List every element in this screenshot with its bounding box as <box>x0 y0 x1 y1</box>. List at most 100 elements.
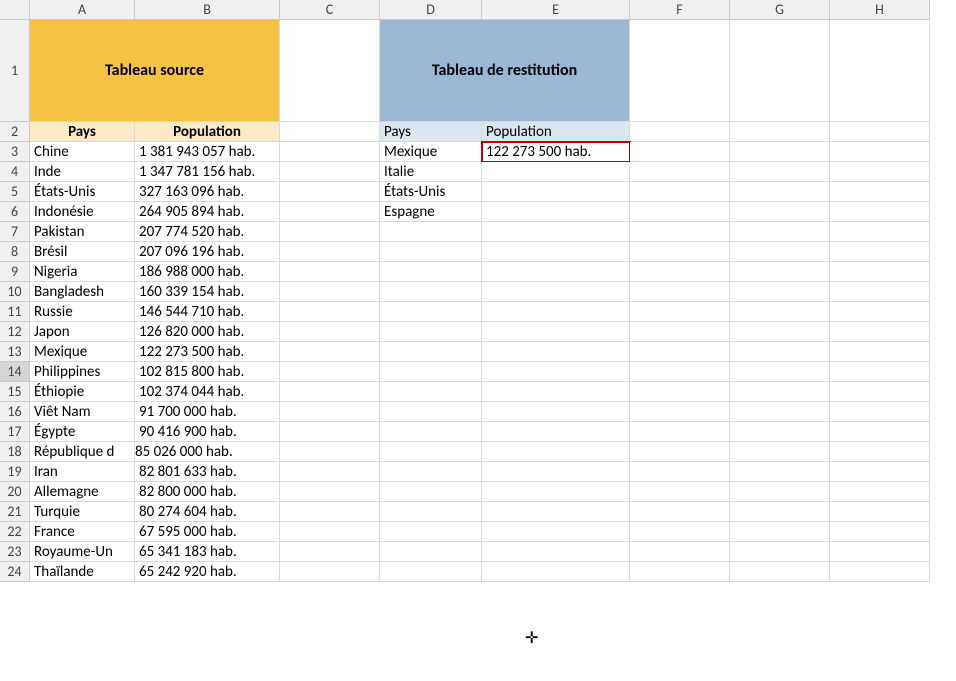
row-header-24[interactable]: 24 <box>0 562 30 582</box>
cell-D6[interactable]: Espagne <box>380 202 482 222</box>
cell-G3[interactable] <box>730 142 830 162</box>
cell-A10[interactable]: Bangladesh <box>30 282 135 302</box>
cell-A13[interactable]: Mexique <box>30 342 135 362</box>
cell-E13[interactable] <box>482 342 630 362</box>
cell-C7[interactable] <box>280 222 380 242</box>
cell-A8[interactable]: Brésil <box>30 242 135 262</box>
cell-E4[interactable] <box>482 162 630 182</box>
cell-B9[interactable]: 186 988 000 hab. <box>135 262 280 282</box>
cell-A19[interactable]: Iran <box>30 462 135 482</box>
cell-F5[interactable] <box>630 182 730 202</box>
cell-B10[interactable]: 160 339 154 hab. <box>135 282 280 302</box>
row-header-19[interactable]: 19 <box>0 462 30 482</box>
cell-B21[interactable]: 80 274 604 hab. <box>135 502 280 522</box>
cell-E20[interactable] <box>482 482 630 502</box>
row-header-3[interactable]: 3 <box>0 142 30 162</box>
cell-G10[interactable] <box>730 282 830 302</box>
cell-C1[interactable] <box>280 20 380 122</box>
cell-E12[interactable] <box>482 322 630 342</box>
cell-H11[interactable] <box>830 302 930 322</box>
cell-B23[interactable]: 65 341 183 hab. <box>135 542 280 562</box>
cell-H13[interactable] <box>830 342 930 362</box>
cell-C2[interactable] <box>280 122 380 142</box>
cell-B11[interactable]: 146 544 710 hab. <box>135 302 280 322</box>
cell-F12[interactable] <box>630 322 730 342</box>
row-header-21[interactable]: 21 <box>0 502 30 522</box>
cell-A17[interactable]: Égypte <box>30 422 135 442</box>
cell-E17[interactable] <box>482 422 630 442</box>
cell-E21[interactable] <box>482 502 630 522</box>
cell-A24[interactable]: Thaïlande <box>30 562 135 582</box>
cell-B20[interactable]: 82 800 000 hab. <box>135 482 280 502</box>
cell-A23[interactable]: Royaume-Un <box>30 542 135 562</box>
row-header-22[interactable]: 22 <box>0 522 30 542</box>
cell-H12[interactable] <box>830 322 930 342</box>
cell-G7[interactable] <box>730 222 830 242</box>
cell-H18[interactable] <box>830 442 930 462</box>
cell-A16[interactable]: Viêt Nam <box>30 402 135 422</box>
cell-B15[interactable]: 102 374 044 hab. <box>135 382 280 402</box>
cell-G2[interactable] <box>730 122 830 142</box>
col-header-E[interactable]: E <box>482 0 630 20</box>
cell-G9[interactable] <box>730 262 830 282</box>
header-restitution-population[interactable]: Population <box>482 122 630 142</box>
header-source-population[interactable]: Population <box>135 122 280 142</box>
cell-E10[interactable] <box>482 282 630 302</box>
cell-G21[interactable] <box>730 502 830 522</box>
cell-F9[interactable] <box>630 262 730 282</box>
row-header-13[interactable]: 13 <box>0 342 30 362</box>
header-source-pays[interactable]: Pays <box>30 122 135 142</box>
cell-F19[interactable] <box>630 462 730 482</box>
cell-C11[interactable] <box>280 302 380 322</box>
cell-B14[interactable]: 102 815 800 hab. <box>135 362 280 382</box>
cell-D13[interactable] <box>380 342 482 362</box>
cell-A21[interactable]: Turquie <box>30 502 135 522</box>
cell-C4[interactable] <box>280 162 380 182</box>
cell-A4[interactable]: Inde <box>30 162 135 182</box>
cell-C15[interactable] <box>280 382 380 402</box>
cell-G16[interactable] <box>730 402 830 422</box>
cell-D11[interactable] <box>380 302 482 322</box>
cell-E14[interactable] <box>482 362 630 382</box>
cell-B13[interactable]: 122 273 500 hab. <box>135 342 280 362</box>
cell-A5[interactable]: États-Unis <box>30 182 135 202</box>
cell-F13[interactable] <box>630 342 730 362</box>
cell-C19[interactable] <box>280 462 380 482</box>
col-header-H[interactable]: H <box>830 0 930 20</box>
row-header-16[interactable]: 16 <box>0 402 30 422</box>
cell-B17[interactable]: 90 416 900 hab. <box>135 422 280 442</box>
cell-D22[interactable] <box>380 522 482 542</box>
cell-A7[interactable]: Pakistan <box>30 222 135 242</box>
cell-G13[interactable] <box>730 342 830 362</box>
cell-E19[interactable] <box>482 462 630 482</box>
cell-H21[interactable] <box>830 502 930 522</box>
cell-B3[interactable]: 1 381 943 057 hab. <box>135 142 280 162</box>
cell-B5[interactable]: 327 163 096 hab. <box>135 182 280 202</box>
cell-C12[interactable] <box>280 322 380 342</box>
cell-A11[interactable]: Russie <box>30 302 135 322</box>
cell-F20[interactable] <box>630 482 730 502</box>
cell-A20[interactable]: Allemagne <box>30 482 135 502</box>
cell-D8[interactable] <box>380 242 482 262</box>
row-header-4[interactable]: 4 <box>0 162 30 182</box>
row-header-10[interactable]: 10 <box>0 282 30 302</box>
cell-H15[interactable] <box>830 382 930 402</box>
row-header-18[interactable]: 18 <box>0 442 30 462</box>
cell-H2[interactable] <box>830 122 930 142</box>
cell-H17[interactable] <box>830 422 930 442</box>
cell-C5[interactable] <box>280 182 380 202</box>
cell-G11[interactable] <box>730 302 830 322</box>
spreadsheet-grid[interactable]: ABCDEFGH1Tableau sourceTableau de restit… <box>0 0 956 582</box>
row-header-2[interactable]: 2 <box>0 122 30 142</box>
row-header-15[interactable]: 15 <box>0 382 30 402</box>
cell-C9[interactable] <box>280 262 380 282</box>
cell-G15[interactable] <box>730 382 830 402</box>
row-header-20[interactable]: 20 <box>0 482 30 502</box>
cell-F2[interactable] <box>630 122 730 142</box>
cell-G5[interactable] <box>730 182 830 202</box>
cell-F10[interactable] <box>630 282 730 302</box>
cell-B22[interactable]: 67 595 000 hab. <box>135 522 280 542</box>
cell-H10[interactable] <box>830 282 930 302</box>
cell-G1[interactable] <box>730 20 830 122</box>
cell-A9[interactable]: Nigeria <box>30 262 135 282</box>
